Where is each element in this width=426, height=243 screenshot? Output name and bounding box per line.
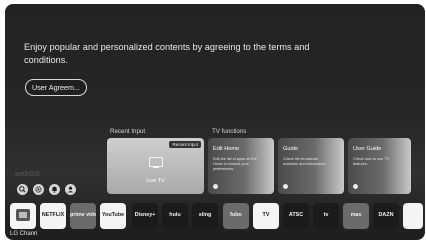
edit-home-card[interactable]: Edit Home Edit the list of apps on the H… [208, 138, 274, 194]
guide-card[interactable]: Guide Check the broadcast schedule and i… [278, 138, 344, 194]
app-more[interactable] [403, 203, 423, 229]
app-youtube[interactable]: YouTube [100, 203, 126, 229]
card-indicator-icon [213, 184, 218, 189]
lg-channels-icon [16, 209, 30, 221]
live-tv-card[interactable]: Recent Input Live TV [107, 138, 204, 194]
live-tv-label: Live TV [146, 178, 165, 184]
app-apple-tv[interactable]: tv [313, 203, 339, 229]
app-netflix[interactable]: NETFLIX [40, 203, 66, 229]
tv-icon [149, 157, 163, 168]
app-max[interactable]: max [343, 203, 369, 229]
search-icon[interactable] [17, 184, 28, 195]
app-dazn[interactable]: DAZN [373, 203, 399, 229]
card-description: Check the broadcast schedule and informa… [283, 157, 327, 166]
webos-logo: webOS [15, 171, 41, 178]
settings-icon[interactable] [33, 184, 44, 195]
notifications-icon[interactable] [49, 184, 60, 195]
profile-icon[interactable] [65, 184, 76, 195]
app-hulu[interactable]: hulu [162, 203, 188, 229]
card-title: Guide [283, 146, 298, 152]
app-prime-video[interactable]: prime video [70, 203, 96, 229]
app-disney-plus[interactable]: Disney+ [132, 203, 158, 229]
app-lg-channels[interactable] [10, 203, 36, 229]
tv-home-screen: Enjoy popular and personalized contents … [5, 4, 425, 240]
recent-input-label: Recent Input [110, 128, 146, 135]
recent-input-tag: Recent Input [169, 141, 201, 148]
user-agreement-button[interactable]: User Agreem... [25, 79, 87, 96]
terms-message: Enjoy popular and personalized contents … [24, 42, 310, 65]
app-fubo[interactable]: fubo [223, 203, 249, 229]
card-description: Edit the list of apps on the Home to inc… [213, 157, 257, 171]
app-youtube-tv[interactable]: TV [253, 203, 279, 229]
card-description: Check how to use TV features. [353, 157, 390, 166]
app-atsc[interactable]: ATSC [283, 203, 309, 229]
card-indicator-icon [283, 184, 288, 189]
card-title: User Guide [353, 146, 382, 152]
app-sling[interactable]: sling [192, 203, 218, 229]
user-guide-card[interactable]: User Guide Check how to use TV features. [348, 138, 411, 194]
card-indicator-icon [353, 184, 358, 189]
card-title: Edit Home [213, 146, 240, 152]
focused-app-caption: LG Chann [10, 231, 38, 237]
tv-functions-label: TV functions [212, 128, 247, 135]
